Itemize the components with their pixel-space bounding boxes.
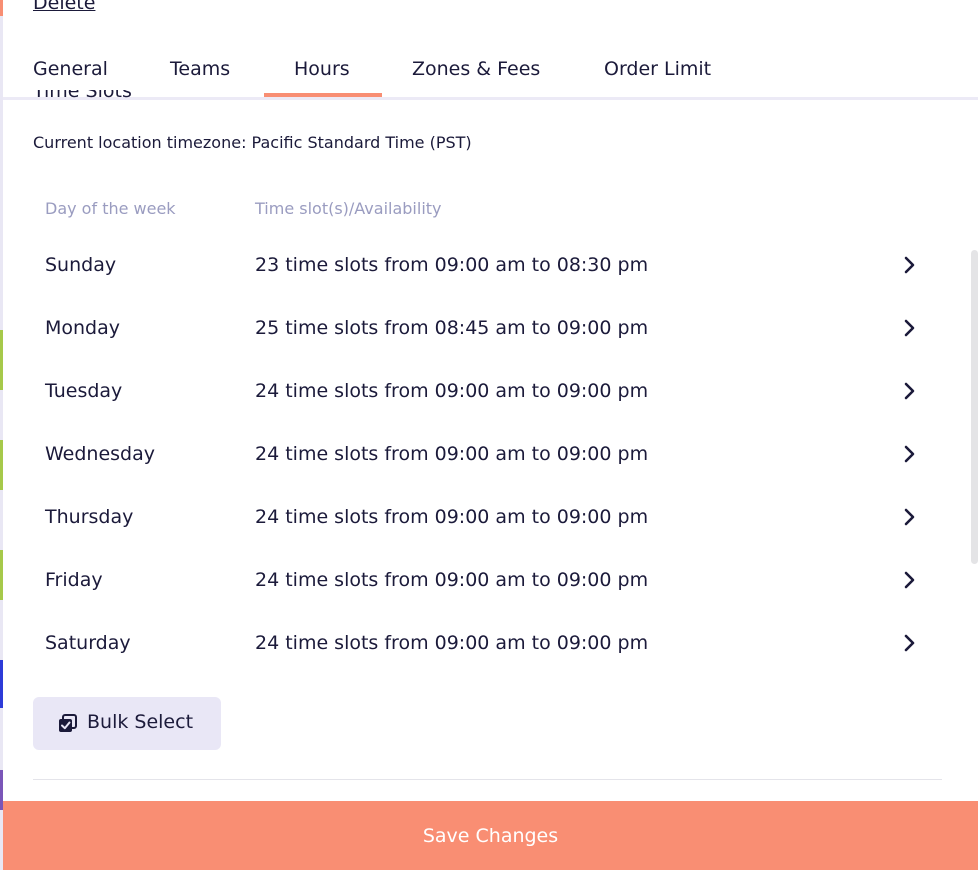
chevron-right-icon[interactable] (902, 255, 918, 275)
tab-teams[interactable]: Teams (170, 58, 230, 80)
slot-summary: 24 time slots from 09:00 am to 09:00 pm (255, 443, 649, 465)
tab-general[interactable]: General (33, 58, 108, 80)
table-row[interactable]: Tuesday 24 time slots from 09:00 am to 0… (33, 366, 933, 416)
scrollbar-thumb[interactable] (971, 250, 978, 564)
column-header-availability: Time slot(s)/Availability (255, 199, 442, 218)
chevron-right-icon[interactable] (902, 507, 918, 527)
table-row[interactable]: Sunday 23 time slots from 09:00 am to 08… (33, 240, 933, 290)
section-title-text: Time Slots (33, 90, 132, 100)
chevron-right-icon[interactable] (902, 570, 918, 590)
location-settings-panel: Delete General Teams Hours Zones & Fees … (3, 0, 978, 870)
chevron-right-icon[interactable] (902, 444, 918, 464)
slot-summary: 24 time slots from 09:00 am to 09:00 pm (255, 569, 649, 591)
active-tab-indicator (264, 93, 382, 97)
slot-summary: 24 time slots from 09:00 am to 09:00 pm (255, 632, 649, 654)
table-row[interactable]: Saturday 24 time slots from 09:00 am to … (33, 618, 933, 668)
tab-hours[interactable]: Hours (294, 58, 350, 80)
chevron-right-icon[interactable] (902, 318, 918, 338)
delete-link[interactable]: Delete (33, 0, 95, 14)
table-row[interactable]: Friday 24 time slots from 09:00 am to 09… (33, 555, 933, 605)
table-row[interactable]: Monday 25 time slots from 08:45 am to 09… (33, 303, 933, 353)
timezone-info: Current location timezone: Pacific Stand… (33, 133, 472, 152)
day-name: Tuesday (45, 380, 123, 402)
day-name: Thursday (45, 506, 134, 528)
divider (33, 779, 942, 780)
bulk-select-label: Bulk Select (87, 711, 194, 733)
table-row[interactable]: Thursday 24 time slots from 09:00 am to … (33, 492, 933, 542)
table-row[interactable]: Wednesday 24 time slots from 09:00 am to… (33, 429, 933, 479)
bulk-select-icon (59, 714, 77, 732)
day-name: Wednesday (45, 443, 156, 465)
settings-tabs: General Teams Hours Zones & Fees Order L… (3, 44, 978, 100)
day-name: Saturday (45, 632, 131, 654)
save-changes-button[interactable]: Save Changes (3, 801, 978, 870)
tab-order-limit[interactable]: Order Limit (604, 58, 711, 80)
slot-summary: 24 time slots from 09:00 am to 09:00 pm (255, 380, 649, 402)
column-header-day: Day of the week (45, 199, 176, 218)
day-name: Monday (45, 317, 121, 339)
day-name: Sunday (45, 254, 117, 276)
slot-summary: 24 time slots from 09:00 am to 09:00 pm (255, 506, 649, 528)
section-title: Time Slots (33, 90, 132, 100)
chevron-right-icon[interactable] (902, 633, 918, 653)
day-name: Friday (45, 569, 103, 591)
slot-summary: 23 time slots from 09:00 am to 08:30 pm (255, 254, 649, 276)
tab-zones-fees[interactable]: Zones & Fees (412, 58, 540, 80)
bulk-select-button[interactable]: Bulk Select (33, 697, 221, 750)
chevron-right-icon[interactable] (902, 381, 918, 401)
slot-summary: 25 time slots from 08:45 am to 09:00 pm (255, 317, 649, 339)
